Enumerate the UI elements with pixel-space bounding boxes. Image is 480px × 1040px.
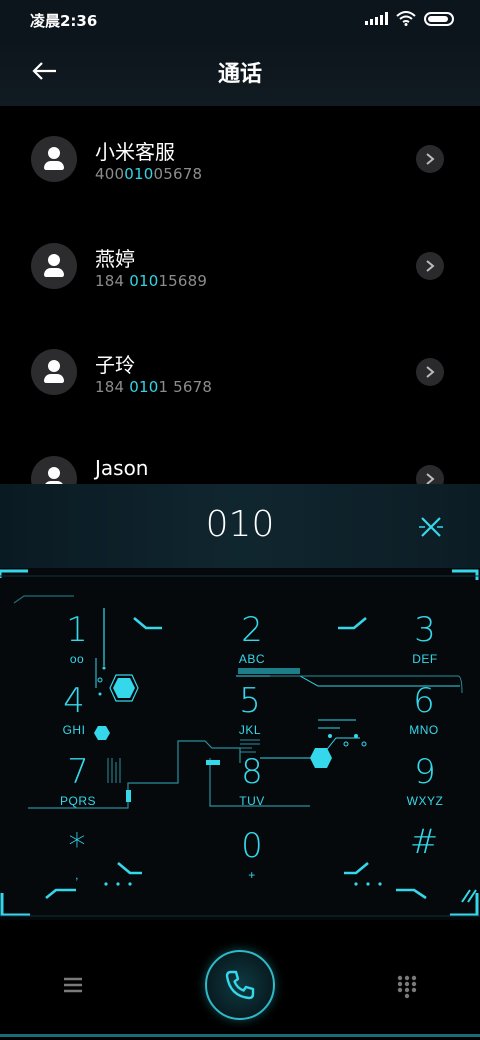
- avatar: [31, 243, 77, 289]
- contact-detail-button[interactable]: [416, 358, 444, 386]
- key-digit: 9: [414, 752, 436, 792]
- contact-number: 184 01015689: [95, 272, 208, 290]
- key-digit: 5: [239, 681, 261, 721]
- avatar: [31, 136, 77, 182]
- dialed-number: 010: [205, 504, 275, 545]
- contact-number: 40001005678: [95, 165, 203, 183]
- key-letters: GHI: [62, 723, 86, 737]
- key-5[interactable]: 5 JKL: [195, 681, 305, 755]
- contact-detail-button[interactable]: [416, 465, 444, 484]
- chevron-right-icon: [426, 153, 435, 165]
- contact-detail-button[interactable]: [416, 145, 444, 173]
- contact-detail-button[interactable]: [416, 252, 444, 280]
- contact-number: 184 0101 5678: [95, 378, 213, 396]
- key-1[interactable]: 1 oo: [22, 610, 132, 684]
- header: 通话: [0, 40, 480, 106]
- menu-button[interactable]: [60, 972, 86, 998]
- dialpad-icon: [397, 975, 417, 999]
- call-button[interactable]: [205, 950, 275, 1020]
- chevron-right-icon: [426, 260, 435, 272]
- key-letters: ABC: [238, 652, 266, 666]
- bottom-accent-line: [0, 1034, 480, 1037]
- key-digit: 1: [66, 610, 88, 650]
- status-bar: 凌晨2:36: [0, 0, 480, 40]
- page-title: 通话: [217, 62, 262, 87]
- status-icons: [365, 11, 454, 26]
- key-hash[interactable]: #: [369, 822, 479, 896]
- key-letters: +: [248, 868, 256, 882]
- contact-row[interactable]: Jason: [0, 426, 480, 484]
- dial-input-bar: 010: [0, 484, 480, 568]
- chevron-right-icon: [426, 473, 435, 484]
- voicemail-icon: oo: [69, 652, 85, 666]
- key-2[interactable]: 2 ABC: [197, 610, 307, 684]
- close-icon: [419, 517, 443, 537]
- key-letters: JKL: [238, 723, 262, 737]
- key-digit: 0: [241, 826, 263, 866]
- key-3[interactable]: 3 DEF: [370, 610, 480, 684]
- key-9[interactable]: 9 WXYZ: [370, 752, 480, 826]
- key-7[interactable]: 7 PQRS: [23, 752, 133, 826]
- key-digit: 2: [241, 610, 263, 650]
- menu-icon: [64, 977, 82, 993]
- chevron-right-icon: [426, 366, 435, 378]
- key-letters: MNO: [409, 723, 439, 737]
- key-digit: #: [409, 822, 439, 862]
- key-0[interactable]: 0 +: [197, 826, 307, 900]
- clear-button[interactable]: [416, 512, 446, 542]
- avatar: [31, 349, 77, 395]
- key-6[interactable]: 6 MNO: [369, 681, 479, 755]
- contact-name: Jason: [95, 456, 149, 480]
- phone-icon: [225, 970, 255, 1000]
- battery-icon: [424, 11, 454, 26]
- key-digit: *: [68, 826, 86, 866]
- contact-name: 子玲: [95, 353, 135, 377]
- bottom-bar: [0, 920, 480, 1040]
- key-4[interactable]: 4 GHI: [19, 681, 129, 755]
- key-digit: 8: [241, 752, 263, 792]
- contact-row[interactable]: 燕婷 184 01015689: [0, 213, 480, 319]
- wifi-icon: [396, 11, 416, 26]
- key-letters: TUV: [239, 794, 265, 808]
- key-letters: DEF: [412, 652, 438, 666]
- key-digit: 4: [63, 681, 85, 721]
- dialpad-toggle-button[interactable]: [396, 974, 418, 1000]
- signal-icon: [365, 12, 388, 25]
- key-letters: WXYZ: [406, 794, 444, 808]
- contact-name: 燕婷: [95, 247, 135, 271]
- key-digit: 3: [414, 610, 436, 650]
- keypad: 1 oo 2 ABC 3 DEF 4 GHI 5 JKL 6 MNO 7 PQR…: [0, 568, 480, 920]
- contact-list: 小米客服 40001005678 燕婷 184 01015689 子玲 184 …: [0, 106, 480, 484]
- key-star[interactable]: * ,: [22, 826, 132, 900]
- contact-row[interactable]: 子玲 184 0101 5678: [0, 319, 480, 425]
- contact-name: 小米客服: [95, 140, 175, 164]
- contact-row[interactable]: 小米客服 40001005678: [0, 106, 480, 212]
- status-time: 凌晨2:36: [30, 12, 98, 30]
- key-digit: 7: [67, 752, 89, 792]
- key-8[interactable]: 8 TUV: [197, 752, 307, 826]
- key-digit: 6: [413, 681, 435, 721]
- avatar: [31, 456, 77, 484]
- key-letters: ,: [75, 868, 79, 882]
- key-letters: PQRS: [59, 794, 96, 808]
